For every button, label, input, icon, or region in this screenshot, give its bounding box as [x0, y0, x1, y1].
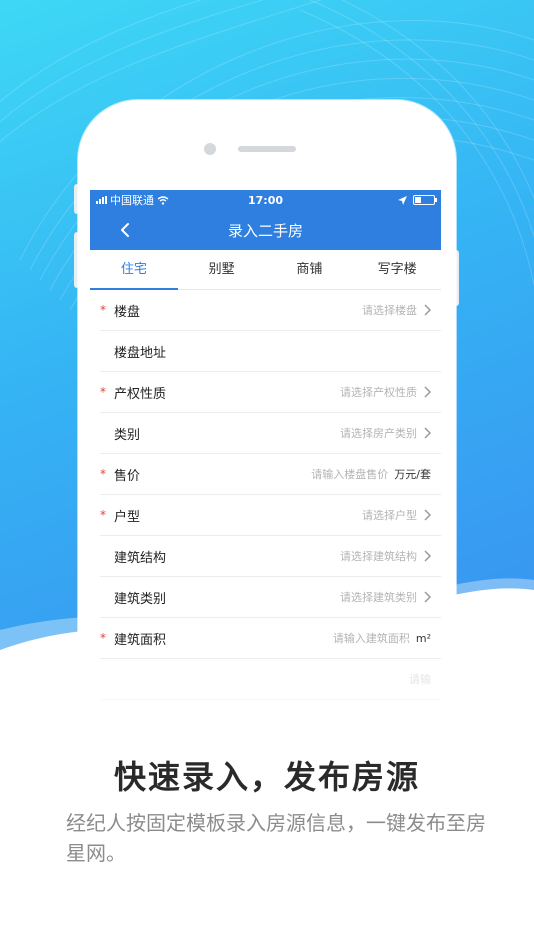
field-value[interactable]: 请输入楼盘售价 万元/套 [311, 466, 431, 482]
field-unit: m² [415, 631, 431, 645]
field-value[interactable]: 请选择产权性质 [340, 384, 431, 400]
property-type-tabs: 住宅 别墅 商铺 写字楼 [90, 250, 441, 290]
field-label: 楼盘地址 [114, 345, 167, 361]
page-title: 录入二手房 [227, 221, 303, 240]
field-building-structure[interactable]: 建筑结构 请选择建筑结构 [100, 536, 441, 577]
required-mark: * [100, 631, 106, 645]
status-bar: 中国联通 17:00 [90, 190, 441, 210]
tab-office[interactable]: 写字楼 [353, 250, 441, 289]
field-label: 户型 [114, 509, 141, 525]
phone-speaker [238, 146, 296, 152]
tab-residential[interactable]: 住宅 [90, 250, 178, 290]
chevron-right-icon [424, 304, 431, 316]
field-placeholder: 请选择建筑结构 [340, 550, 417, 563]
field-project[interactable]: * 楼盘 请选择楼盘 [100, 290, 441, 331]
field-building-type[interactable]: 建筑类别 请选择建筑类别 [100, 577, 441, 618]
required-mark: * [100, 467, 106, 481]
field-placeholder: 请输入建筑面积 [332, 632, 410, 645]
field-label: 建筑类别 [114, 591, 167, 607]
chevron-right-icon [424, 509, 431, 521]
field-layout[interactable]: * 户型 请选择户型 [100, 495, 441, 536]
tab-shop[interactable]: 商铺 [266, 250, 354, 289]
tab-villa[interactable]: 别墅 [178, 250, 266, 289]
chevron-right-icon [424, 550, 431, 562]
required-mark: * [100, 303, 106, 317]
signal-icon [96, 196, 107, 204]
field-value[interactable]: 请选择建筑类别 [340, 589, 431, 605]
field-value[interactable]: 请选择建筑结构 [340, 548, 431, 564]
field-value[interactable]: 请输入建筑面积 m² [333, 630, 431, 646]
app-screen: 中国联通 17:00 录入二手房 住宅 别墅 商铺 写字楼 * 楼盘 请选择楼盘楼盘… [90, 190, 441, 730]
field-property-right[interactable]: * 产权性质 请选择产权性质 [100, 372, 441, 413]
field-value[interactable]: 请输 [409, 671, 431, 687]
field-label: 楼盘 [114, 304, 141, 320]
field-price[interactable]: * 售价 请输入楼盘售价 万元/套 [100, 454, 441, 495]
field-project-address[interactable]: 楼盘地址 [100, 331, 441, 372]
carrier-label: 中国联通 [110, 194, 154, 207]
location-icon [398, 195, 407, 205]
required-mark: * [100, 385, 106, 399]
chevron-right-icon [424, 591, 431, 603]
field-category[interactable]: 类别 请选择房产类别 [100, 413, 441, 454]
phone-camera [204, 143, 216, 155]
form-list: * 楼盘 请选择楼盘楼盘地址 * 产权性质 请选择产权性质类别 请选择房产类别 * 售价 请输入楼… [90, 290, 441, 700]
chevron-left-icon[interactable] [116, 220, 136, 240]
required-mark: * [100, 508, 106, 522]
field-placeholder: 请输 [409, 673, 431, 686]
field-placeholder: 请选择楼盘 [362, 304, 417, 317]
field-label: 产权性质 [114, 386, 167, 402]
field-building-area[interactable]: * 建筑面积 请输入建筑面积 m² [100, 618, 441, 659]
promo-description: 经纪人按固定模板录入房源信息，一键发布至房星网。 [66, 811, 486, 865]
field-next[interactable]: 请输 [100, 659, 441, 700]
field-unit: 万元/套 [394, 468, 431, 481]
field-label: 售价 [114, 468, 141, 484]
field-value[interactable]: 请选择房产类别 [340, 425, 431, 441]
battery-icon [413, 195, 437, 205]
field-placeholder: 请输入楼盘售价 [311, 468, 389, 481]
chevron-right-icon [424, 386, 431, 398]
field-value[interactable]: 请选择户型 [362, 507, 431, 523]
nav-bar: 录入二手房 [90, 210, 441, 250]
field-placeholder: 请选择建筑类别 [340, 591, 417, 604]
field-label: 建筑面积 [114, 632, 167, 648]
wifi-icon [157, 195, 169, 205]
field-value[interactable]: 请选择楼盘 [362, 302, 431, 318]
promo-headline: 快速录入，发布房源 [113, 758, 420, 796]
field-placeholder: 请选择房产类别 [340, 427, 417, 440]
field-placeholder: 请选择户型 [362, 509, 417, 522]
field-label: 建筑结构 [114, 550, 167, 566]
chevron-right-icon [424, 427, 431, 439]
field-placeholder: 请选择产权性质 [340, 386, 417, 399]
field-label: 类别 [114, 427, 141, 443]
